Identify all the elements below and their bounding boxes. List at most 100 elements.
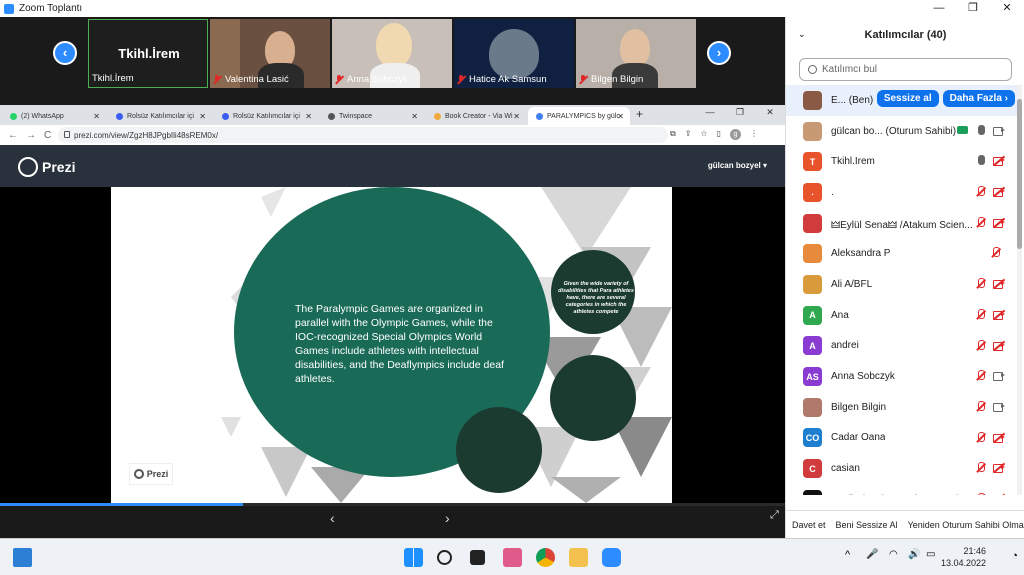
- video-tile[interactable]: Valentina Lasić: [210, 19, 330, 88]
- url-text: prezi.com/view/ZgzH8JPgbIli48sREM0x/: [74, 130, 219, 140]
- tab-close-icon[interactable]: ✕: [617, 112, 624, 121]
- wifi-icon[interactable]: ◠: [889, 549, 898, 560]
- search-icon[interactable]: [437, 550, 452, 565]
- participant-list-scrollbar[interactable]: [1017, 85, 1022, 495]
- minimize-button[interactable]: —: [922, 0, 956, 17]
- browser-tab-active[interactable]: PARALYMPICS by gülc ✕: [528, 107, 630, 125]
- search-icon: [808, 65, 817, 74]
- participant-row[interactable]: Bilgen Bilgin: [786, 392, 1017, 423]
- participant-row[interactable]: E... (Ben) Sessize al Daha Fazla ›: [786, 85, 1017, 116]
- windows-start-icon[interactable]: [404, 548, 423, 567]
- browser-tab[interactable]: Rolsüz Katılımcılar içi ✕: [214, 107, 318, 125]
- invite-button[interactable]: Davet et: [792, 520, 826, 530]
- tab-close-icon[interactable]: ✕: [513, 112, 520, 121]
- tab-close-icon[interactable]: ✕: [93, 112, 100, 121]
- back-button[interactable]: ←: [8, 130, 18, 141]
- new-tab-button[interactable]: +: [636, 107, 643, 121]
- tab-favicon: [10, 112, 17, 120]
- next-slide-button[interactable]: ›: [445, 510, 450, 526]
- battery-icon[interactable]: ▭: [926, 549, 935, 560]
- sidebar-icon[interactable]: ▯: [717, 129, 721, 140]
- browser-tab[interactable]: Rolsüz Katılımcılar içi ✕: [108, 107, 212, 125]
- more-options-button[interactable]: Daha Fazla ›: [942, 90, 1015, 107]
- participant-row[interactable]: T Tkihl.İrem: [786, 146, 1017, 177]
- participant-row[interactable]: Aandrei: [786, 331, 1017, 362]
- gallery-next-button[interactable]: ›: [707, 41, 731, 65]
- participant-row[interactable]: Ccasian: [786, 453, 1017, 484]
- file-explorer-icon[interactable]: [569, 548, 588, 567]
- video-icon: [993, 126, 1005, 136]
- chrome-icon[interactable]: [536, 548, 555, 567]
- url-input[interactable]: prezi.com/view/ZgzH8JPgbIli48sREM0x/: [58, 127, 668, 143]
- participant-row[interactable]: A Ana: [786, 300, 1017, 331]
- tab-close-icon[interactable]: ✕: [199, 112, 206, 121]
- participant-name: Ali A/BFL: [831, 278, 873, 290]
- zoom-taskbar-icon[interactable]: [602, 548, 621, 567]
- gallery-prev-button[interactable]: ‹: [53, 41, 77, 65]
- video-tile[interactable]: Bilgen Bilgin: [576, 19, 696, 88]
- task-view-icon[interactable]: [470, 550, 485, 565]
- widgets-icon[interactable]: [13, 548, 32, 567]
- participant-row[interactable]: Aleksandra P: [786, 238, 1017, 269]
- prezi-logo[interactable]: Prezi: [18, 157, 75, 177]
- tab-favicon: [536, 112, 543, 120]
- participant-avatar: [803, 397, 822, 417]
- mute-me-button[interactable]: Beni Sessize Al: [836, 520, 898, 530]
- browser-tab[interactable]: (2) WhatsApp ✕: [2, 107, 106, 125]
- snipping-tool-icon[interactable]: [503, 548, 522, 567]
- participant-row[interactable]: gülcan bo... (Oturum Sahibi): [786, 116, 1017, 147]
- share-icon[interactable]: ⇪: [685, 129, 692, 140]
- tab-close-icon[interactable]: ✕: [305, 112, 312, 121]
- tab-favicon: [328, 112, 335, 120]
- participant-row[interactable]: AS Anna Sobczyk: [786, 361, 1017, 392]
- browser-minimize-button[interactable]: —: [695, 107, 725, 118]
- tray-overflow-icon[interactable]: ^: [845, 549, 850, 561]
- video-tile[interactable]: Anna Sobczyk: [332, 19, 452, 88]
- video-tile[interactable]: Tkihl.İrem Tkihl.İrem: [88, 19, 208, 88]
- restore-button[interactable]: ❐: [956, 0, 990, 17]
- reclaim-host-button[interactable]: Yeniden Oturum Sahibi Olmay: [908, 520, 1024, 530]
- clock-time: 21:46: [963, 546, 986, 556]
- participant-row[interactable]: Ali A/BFL: [786, 269, 1017, 300]
- bookmark-star-icon[interactable]: ☆: [700, 129, 707, 140]
- window-title: Zoom Toplantı: [19, 3, 83, 14]
- tab-close-icon[interactable]: ✕: [411, 112, 418, 121]
- browser-close-button[interactable]: ✕: [755, 107, 785, 118]
- participant-name: E... (Ben): [831, 94, 874, 106]
- participant-face: [376, 23, 412, 67]
- participant-search-input[interactable]: Katılımcı bul: [799, 58, 1012, 81]
- prev-slide-button[interactable]: ‹: [330, 510, 335, 526]
- participant-name: .: [831, 186, 834, 198]
- participant-row[interactable]: CO Cadar Oana: [786, 423, 1017, 454]
- participant-name: 🜲Eylül Sena🜲 /Atakum Scien...: [831, 219, 973, 231]
- participant-row[interactable]: ..: [786, 177, 1017, 208]
- clock[interactable]: 21:46 13.04.2022: [941, 545, 986, 569]
- browser-tab[interactable]: Twinspace ✕: [320, 107, 424, 125]
- profile-avatar[interactable]: g: [730, 129, 741, 140]
- mic-muted-icon: [977, 431, 985, 443]
- participant-avatar: [803, 90, 822, 110]
- browser-tab[interactable]: Book Creator - Via Wi ✕: [426, 107, 526, 125]
- participant-row[interactable]: Ceylin / Atakum Science and Ar...: [786, 484, 1017, 495]
- video-tile[interactable]: Hatice Ak Samsun: [454, 19, 574, 88]
- collapse-chevron-icon[interactable]: ⌄: [798, 29, 806, 40]
- translate-icon[interactable]: ⧉: [670, 129, 676, 140]
- participant-name: Bilgen Bilgin: [831, 401, 887, 413]
- browser-restore-button[interactable]: ❐: [725, 107, 755, 118]
- mute-participant-button[interactable]: Sessize al: [876, 90, 939, 107]
- forward-button[interactable]: →: [26, 130, 36, 141]
- close-button[interactable]: ✕: [990, 0, 1024, 17]
- mic-muted-icon: [977, 462, 985, 473]
- reload-button[interactable]: C: [44, 130, 51, 141]
- prezi-user-menu[interactable]: gülcan bozyel ▾: [708, 161, 767, 170]
- volume-icon[interactable]: 🔊: [908, 549, 920, 560]
- participant-row[interactable]: 🜲Eylül Sena🜲 /Atakum Scien...: [786, 208, 1017, 239]
- clock-date: 13.04.2022: [940, 558, 986, 568]
- host-badge-icon: [957, 126, 968, 135]
- notifications-icon[interactable]: ◔: [1011, 550, 1018, 562]
- prezi-slide[interactable]: The Paralympic Games are organized in pa…: [111, 187, 672, 503]
- presentation-controls: ‹ › ⤢: [0, 506, 785, 538]
- mic-tray-icon[interactable]: 🎤: [866, 549, 878, 560]
- fullscreen-icon[interactable]: ⤢: [770, 509, 779, 522]
- menu-kebab-icon[interactable]: ⋮: [750, 129, 758, 140]
